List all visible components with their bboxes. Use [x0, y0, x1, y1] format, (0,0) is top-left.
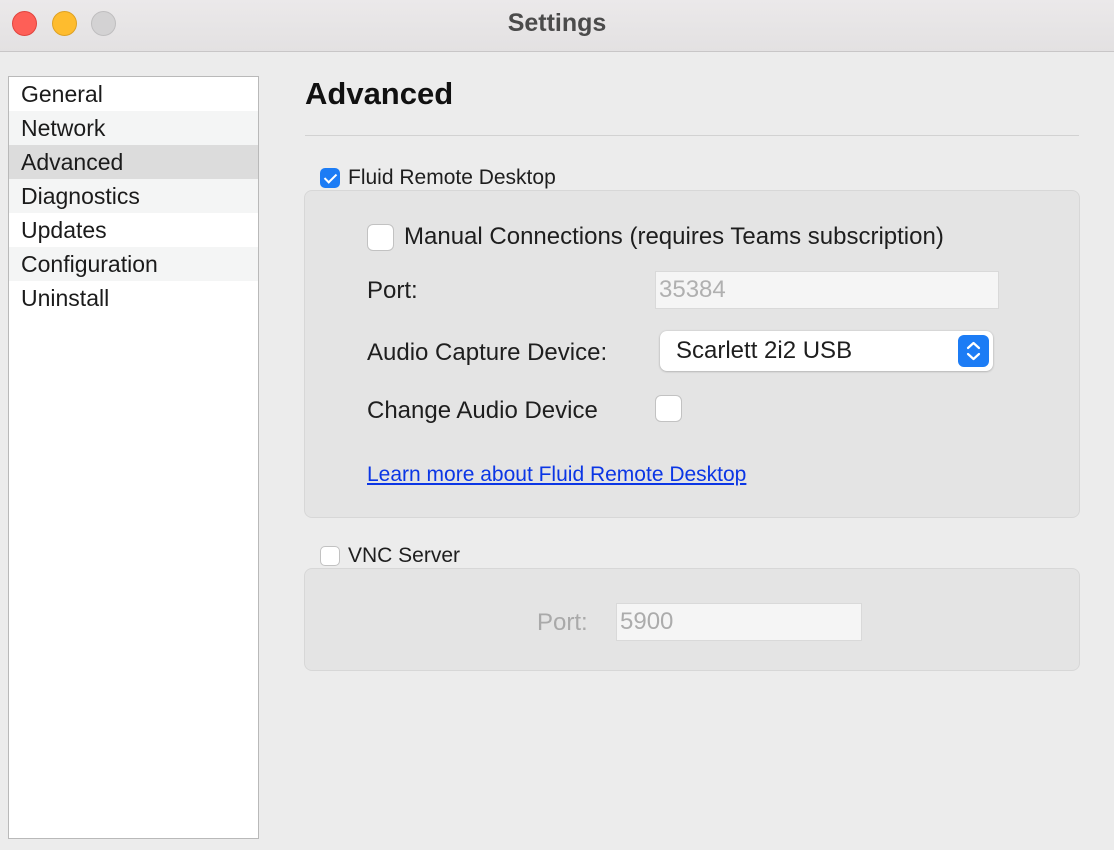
- vnc-server-toggle[interactable]: VNC Server: [320, 544, 460, 568]
- learn-more-link[interactable]: Learn more about Fluid Remote Desktop: [367, 463, 746, 487]
- fluid-remote-desktop-toggle[interactable]: Fluid Remote Desktop: [320, 166, 556, 190]
- audio-capture-device-select[interactable]: Scarlett 2i2 USB: [660, 331, 993, 371]
- fluid-remote-desktop-group: Manual Connections (requires Teams subsc…: [304, 190, 1080, 518]
- vnc-port-label: Port:: [537, 609, 588, 636]
- port-label: Port:: [367, 277, 418, 304]
- sidebar-item-uninstall[interactable]: Uninstall: [9, 281, 258, 315]
- sidebar-item-configuration[interactable]: Configuration: [9, 247, 258, 281]
- settings-sidebar: General Network Advanced Diagnostics Upd…: [8, 76, 259, 839]
- window-title: Settings: [507, 9, 607, 37]
- vnc-port-field[interactable]: 5900: [616, 603, 862, 641]
- sidebar-item-network[interactable]: Network: [9, 111, 258, 145]
- manual-connections-toggle[interactable]: Manual Connections (requires Teams subsc…: [367, 223, 944, 251]
- manual-connections-label: Manual Connections (requires Teams subsc…: [404, 223, 944, 250]
- chevron-up-down-icon: [958, 335, 989, 367]
- fluid-remote-desktop-checkbox[interactable]: [320, 168, 340, 188]
- audio-capture-device-label: Audio Capture Device:: [367, 339, 608, 366]
- title-bar: Settings: [0, 0, 1114, 52]
- change-audio-device-checkbox[interactable]: [655, 395, 682, 422]
- vnc-server-label: VNC Server: [348, 544, 461, 567]
- change-audio-device-label: Change Audio Device: [367, 397, 598, 424]
- sidebar-item-advanced[interactable]: Advanced: [9, 145, 258, 179]
- sidebar-item-general[interactable]: General: [9, 77, 258, 111]
- fluid-remote-desktop-label: Fluid Remote Desktop: [348, 166, 556, 189]
- heading-divider: [305, 135, 1079, 136]
- page-title: Advanced: [305, 76, 454, 111]
- port-field[interactable]: 35384: [655, 271, 999, 309]
- sidebar-item-diagnostics[interactable]: Diagnostics: [9, 179, 258, 213]
- sidebar-item-updates[interactable]: Updates: [9, 213, 258, 247]
- vnc-server-group: Port: 5900: [304, 568, 1080, 671]
- vnc-server-checkbox[interactable]: [320, 546, 340, 566]
- manual-connections-checkbox[interactable]: [367, 223, 394, 251]
- audio-capture-device-value: Scarlett 2i2 USB: [676, 337, 853, 364]
